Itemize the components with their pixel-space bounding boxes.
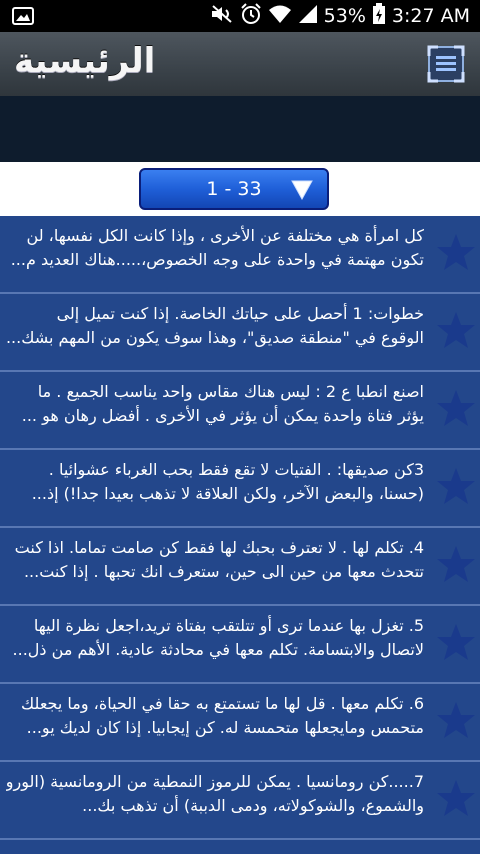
list-item-line: تكون مهتمة في واحدة على وجه الخصوص،.....… — [10, 250, 424, 269]
list-item-line: 5. تغزل بها عندما ترى أو تتلتقب بفتاة تر… — [33, 616, 424, 635]
star-icon[interactable] — [436, 388, 476, 428]
star-icon[interactable] — [436, 700, 476, 740]
list-item-line: اصنع انطبا ع 2 : ليس هناك مقاس واحد يناس… — [37, 382, 424, 401]
battery-percent: 53% — [323, 5, 366, 27]
wifi-icon — [268, 4, 292, 28]
articles-list: كل امرأة هي مختلفة عن الأخرى ، وإذا كانت… — [0, 216, 480, 854]
list-item-line: كل امرأة هي مختلفة عن الأخرى ، وإذا كانت… — [26, 226, 424, 245]
list-item-line: 7.....كن رومانسيا . يمكن للرموز النمطية … — [6, 772, 424, 791]
list-item-line: متحمس ومايجعلها متحمسة له. كن إيجابيا. إ… — [26, 718, 424, 737]
list-item[interactable]: 6. تكلم معها . قل لها ما تستمتع به حقا ف… — [0, 684, 480, 762]
star-icon[interactable] — [436, 778, 476, 818]
star-icon[interactable] — [436, 544, 476, 584]
list-item-line: (حسنا، والبعض الآخر، ولكن العلاقة لا تذه… — [31, 484, 424, 503]
status-bar: 53% 3:27 AM — [0, 0, 480, 32]
list-item[interactable]: اصنع انطبا ع 2 : ليس هناك مقاس واحد يناس… — [0, 372, 480, 450]
triangle-down-icon — [291, 180, 313, 200]
list-item-line: تتحدث معها من حين الى حين، ستعرف انك تحب… — [23, 562, 424, 581]
star-icon[interactable] — [436, 466, 476, 506]
list-item[interactable]: 4. تكلم لها . لا تعترف بحبك لها فقط كن ص… — [0, 528, 480, 606]
list-item[interactable]: خطوات: 1 أحصل على حياتك الخاصة. إذا كنت … — [0, 294, 480, 372]
list-item[interactable]: 3كن صديقها: . الفتيات لا تقع فقط بحب الغ… — [0, 450, 480, 528]
list-item[interactable]: كل امرأة هي مختلفة عن الأخرى ، وإذا كانت… — [0, 216, 480, 294]
star-icon[interactable] — [436, 310, 476, 350]
list-item-line: الوقوع في "منطقة صديق"، وهذا سوف يكون من… — [6, 328, 424, 347]
app-header: الرئيسية — [0, 32, 480, 96]
star-icon[interactable] — [436, 232, 476, 272]
list-item-line: 4. تكلم لها . لا تعترف بحبك لها فقط كن ص… — [14, 538, 424, 557]
list-item-line: لاتصال والابتسامة. تكلم معها في محادثة ع… — [12, 640, 424, 659]
alarm-icon — [240, 3, 262, 29]
star-icon[interactable] — [436, 622, 476, 662]
list-item-line: 3كن صديقها: . الفتيات لا تقع فقط بحب الغ… — [48, 460, 424, 479]
gallery-icon — [12, 7, 34, 29]
list-item[interactable]: 7.....كن رومانسيا . يمكن للرموز النمطية … — [0, 762, 480, 840]
list-item-line: 6. تكلم معها . قل لها ما تستمتع به حقا ف… — [21, 694, 424, 713]
expand-menu-icon — [427, 45, 465, 83]
page-range-selector[interactable]: 1 - 33 — [139, 168, 329, 210]
expand-menu-button[interactable] — [426, 44, 466, 84]
list-item-line: خطوات: 1 أحصل على حياتك الخاصة. إذا كنت … — [56, 304, 424, 323]
page-title: الرئيسية — [14, 41, 156, 81]
mute-icon — [210, 4, 234, 28]
list-item-line: والشموع، والشوكولاته، ودمى الدببة) أن تذ… — [82, 796, 424, 815]
signal-icon — [298, 4, 318, 28]
list-item[interactable]: 5. تغزل بها عندما ترى أو تتلتقب بفتاة تر… — [0, 606, 480, 684]
battery-charging-icon — [372, 3, 386, 29]
banner-area — [0, 96, 480, 162]
clock: 3:27 AM — [391, 5, 470, 27]
list-item-line: يؤثر فتاة واحدة يمكن أن يؤثر في الأخرى .… — [21, 406, 424, 425]
